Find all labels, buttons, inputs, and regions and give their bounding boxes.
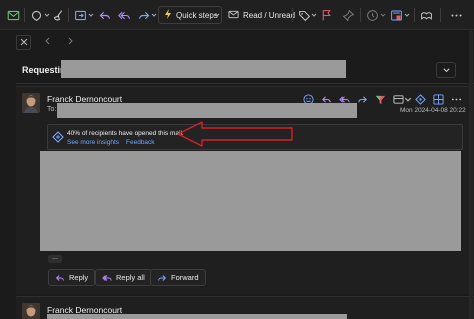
forward-button[interactable]: Forward bbox=[150, 269, 206, 286]
close-button[interactable] bbox=[16, 34, 31, 50]
broom-icon[interactable] bbox=[50, 7, 66, 23]
redacted-subject bbox=[61, 60, 346, 78]
insights-diamond-icon bbox=[52, 131, 64, 143]
to-label: To: bbox=[47, 106, 57, 113]
reply-all-label: Reply all bbox=[116, 273, 145, 282]
grid-apps-icon[interactable] bbox=[432, 93, 444, 105]
reply-label: Reply bbox=[69, 273, 89, 282]
reading-pane-nav bbox=[16, 32, 75, 52]
reply-icon[interactable] bbox=[96, 7, 112, 23]
toolbar-separator bbox=[414, 8, 415, 22]
feedback-link[interactable]: Feedback bbox=[126, 139, 155, 146]
reply-button[interactable]: Reply bbox=[48, 269, 96, 286]
immersive-reader-icon[interactable] bbox=[418, 7, 434, 23]
chevron-down-icon[interactable] bbox=[151, 11, 157, 17]
reply-all-button[interactable]: Reply all bbox=[95, 269, 152, 286]
toolbar-separator bbox=[440, 8, 441, 22]
redacted-recipients bbox=[47, 314, 347, 319]
quick-steps-dropdown[interactable] bbox=[212, 6, 222, 24]
forward-icon bbox=[158, 274, 167, 281]
ribbon-toolbar: Quick steps Read / Unread bbox=[0, 0, 474, 30]
next-message-icon[interactable] bbox=[65, 36, 75, 48]
flag-icon[interactable] bbox=[318, 7, 334, 23]
tag-icon[interactable] bbox=[28, 7, 44, 23]
tag-icon[interactable] bbox=[296, 7, 312, 23]
reply-icon bbox=[55, 274, 64, 281]
filter-icon[interactable] bbox=[374, 93, 386, 105]
reply-all-icon[interactable] bbox=[116, 7, 132, 23]
more-actions-icon[interactable] bbox=[450, 93, 462, 105]
envelope-icon bbox=[228, 9, 239, 22]
emoji-react-icon[interactable] bbox=[302, 93, 314, 105]
insight-text: 40% of recipients have opened this mail. bbox=[67, 130, 184, 137]
expand-conversation-button[interactable] bbox=[436, 62, 456, 78]
toolbar-separator bbox=[68, 8, 69, 22]
rules-icon[interactable] bbox=[388, 7, 404, 23]
insights-icon[interactable] bbox=[414, 93, 426, 105]
apps-icon[interactable] bbox=[392, 93, 404, 105]
move-icon[interactable] bbox=[72, 7, 88, 23]
forward-label: Forward bbox=[171, 273, 199, 282]
chevron-down-icon[interactable] bbox=[88, 11, 94, 17]
previous-message-icon[interactable] bbox=[43, 36, 53, 48]
more-options-icon[interactable] bbox=[448, 7, 464, 23]
new-mail-icon[interactable] bbox=[5, 7, 21, 23]
toolbar-separator bbox=[292, 8, 293, 22]
read-unread-label: Read / Unread bbox=[243, 10, 296, 20]
chevron-down-icon[interactable] bbox=[404, 93, 412, 105]
reply-all-icon bbox=[102, 274, 112, 281]
message-date: Mon 2024-04-08 20:22 bbox=[400, 107, 466, 114]
scrollbar[interactable] bbox=[469, 31, 473, 319]
close-icon bbox=[20, 38, 27, 46]
forward-icon[interactable] bbox=[356, 93, 368, 105]
forward-icon[interactable] bbox=[136, 7, 152, 23]
see-more-insights-link[interactable]: See more insights bbox=[67, 139, 119, 146]
read-unread-button[interactable]: Read / Unread bbox=[228, 8, 295, 22]
toolbar-separator bbox=[360, 8, 361, 22]
chevron-down-icon bbox=[442, 67, 450, 72]
read-insights-banner: 40% of recipients have opened this mail.… bbox=[47, 124, 463, 150]
reply-icon[interactable] bbox=[320, 93, 332, 105]
toolbar-separator bbox=[24, 8, 25, 22]
clock-icon[interactable] bbox=[364, 7, 380, 23]
avatar[interactable] bbox=[22, 93, 40, 113]
lightning-icon bbox=[163, 9, 173, 21]
show-more-button[interactable]: ... bbox=[48, 254, 62, 263]
redacted-message-body bbox=[40, 151, 461, 251]
chevron-down-icon[interactable] bbox=[404, 11, 410, 17]
redacted-recipients bbox=[57, 103, 357, 118]
chevron-down-icon[interactable] bbox=[380, 11, 386, 17]
reply-all-icon[interactable] bbox=[338, 93, 350, 105]
divider bbox=[16, 83, 474, 84]
chevron-down-icon[interactable] bbox=[311, 11, 317, 17]
pin-icon[interactable] bbox=[340, 7, 356, 23]
avatar[interactable] bbox=[22, 303, 40, 319]
